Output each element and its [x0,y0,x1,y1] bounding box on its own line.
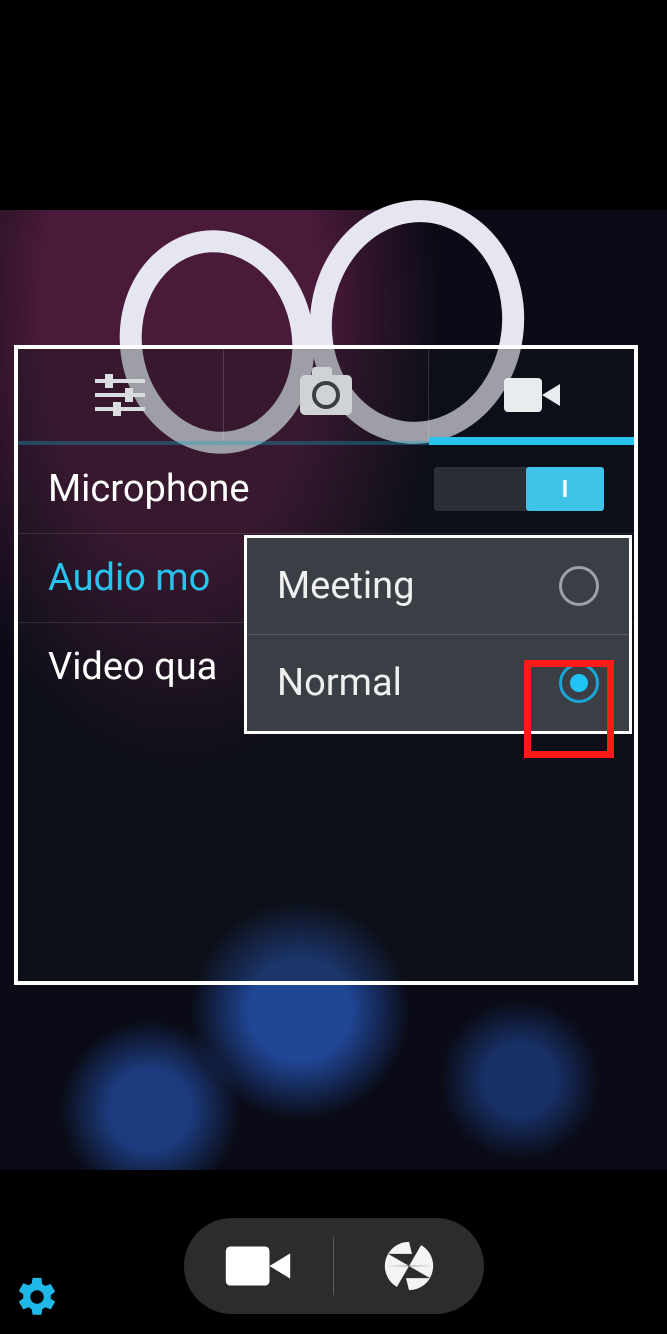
tab-underline [18,441,634,445]
radio-unchecked-icon [559,566,599,606]
tab-photo[interactable] [224,349,430,441]
camera-bottom-bar [0,1214,667,1334]
settings-tabs [18,349,634,441]
shutter-button[interactable] [334,1237,484,1295]
annotation-highlight-box [524,660,614,758]
shutter-icon [380,1237,438,1295]
microphone-label: Microphone [48,467,250,511]
toggle-knob: I [526,467,604,511]
audio-mode-option-meeting[interactable]: Meeting [247,538,629,635]
tab-general[interactable] [18,349,224,441]
tab-video[interactable] [429,349,634,441]
sliders-icon [95,375,145,415]
camera-icon [300,375,352,415]
setting-row-microphone[interactable]: Microphone I [18,445,634,534]
option-label: Meeting [277,564,414,608]
audio-mode-label: Audio mo [48,556,210,600]
settings-button[interactable] [14,1274,60,1320]
microphone-toggle[interactable]: I [434,467,604,511]
gear-icon [14,1274,60,1320]
record-video-button[interactable] [184,1249,334,1283]
option-label: Normal [277,661,402,705]
toggle-on-indicator: I [562,475,569,503]
mode-switch-pill [184,1218,484,1314]
video-quality-label: Video qua [48,645,217,689]
video-icon [504,378,560,412]
video-icon [226,1246,290,1285]
